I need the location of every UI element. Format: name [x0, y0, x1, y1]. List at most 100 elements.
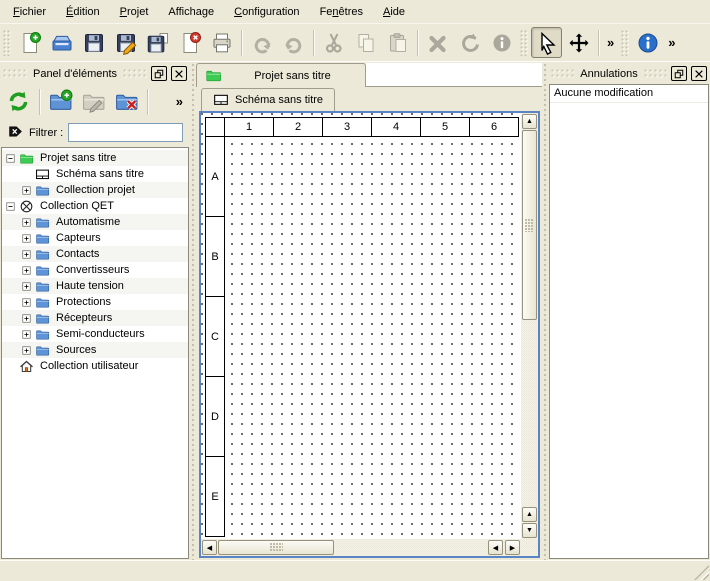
expand-icon[interactable] — [22, 186, 31, 195]
float-panel-button[interactable] — [671, 66, 687, 81]
column-header-3: 3 — [322, 117, 372, 137]
scroll-up-button[interactable] — [522, 114, 537, 129]
tab-projet-sans-titre[interactable]: Projet sans titre — [196, 63, 366, 87]
horizontal-scroll-thumb[interactable] — [218, 540, 334, 555]
expand-icon[interactable] — [22, 234, 31, 243]
scroll-left-button-2[interactable] — [488, 540, 503, 555]
dock-handle[interactable] — [3, 69, 27, 78]
expand-icon[interactable] — [22, 346, 31, 355]
close-icon — [694, 69, 704, 79]
expand-icon[interactable] — [22, 298, 31, 307]
toolbar-handle[interactable] — [621, 30, 629, 56]
expand-icon[interactable] — [22, 330, 31, 339]
tree-item-haute-tension[interactable]: Haute tension — [2, 278, 188, 294]
copy-button[interactable] — [350, 27, 381, 58]
toolbar-handle[interactable] — [520, 30, 528, 56]
filter-input[interactable] — [68, 123, 183, 142]
toolbar-handle[interactable] — [3, 30, 11, 56]
status-bar — [0, 560, 710, 581]
elements-panel-titlebar[interactable]: Panel d'éléments — [0, 63, 190, 84]
menu-fichier[interactable]: Fichier — [4, 2, 55, 22]
expand-icon[interactable] — [22, 250, 31, 259]
scroll-right-button[interactable] — [505, 540, 520, 555]
horizontal-scrollbar[interactable] — [201, 539, 521, 556]
expand-icon[interactable] — [22, 266, 31, 275]
toolbar-overflow-button[interactable]: » — [664, 35, 679, 50]
move-tool-button[interactable] — [563, 27, 594, 58]
row-header-A: A — [205, 136, 225, 217]
menu-fenetres[interactable]: Fenêtres — [311, 2, 372, 22]
clear-filter-button[interactable] — [7, 124, 24, 142]
dock-handle[interactable] — [123, 69, 147, 78]
dock-handle[interactable] — [551, 69, 574, 78]
menu-aide[interactable]: Aide — [374, 2, 414, 22]
collapse-icon[interactable] — [6, 202, 15, 211]
new-category-button[interactable] — [45, 86, 76, 117]
expand-icon[interactable] — [22, 218, 31, 227]
menu-configuration[interactable]: Configuration — [225, 2, 308, 22]
close-file-button[interactable] — [174, 27, 205, 58]
blue-folder-icon — [35, 231, 50, 246]
save-all-button[interactable] — [142, 27, 173, 58]
toolbar-overflow-button[interactable]: » — [603, 35, 618, 50]
tree-item-convertisseurs[interactable]: Convertisseurs — [2, 262, 188, 278]
toolbar-overflow-button[interactable]: » — [172, 94, 187, 109]
scroll-up-button-2[interactable] — [522, 507, 537, 522]
element-info-button[interactable] — [486, 27, 517, 58]
tree-item-sources[interactable]: Sources — [2, 342, 188, 358]
delete-category-button[interactable] — [111, 86, 142, 117]
close-panel-button[interactable] — [171, 66, 187, 81]
tree-item-projet-sans-titre[interactable]: Projet sans titre — [2, 150, 188, 166]
reload-collections-button[interactable] — [3, 86, 34, 117]
menu-projet[interactable]: Projet — [111, 2, 158, 22]
new-project-button[interactable] — [14, 27, 45, 58]
delete-button[interactable] — [422, 27, 453, 58]
rotate-button[interactable] — [454, 27, 485, 58]
tab-schema-sans-titre[interactable]: Schéma sans titre — [201, 88, 335, 111]
info-gray-icon — [490, 31, 514, 55]
undo-list-item[interactable]: Aucune modification — [550, 85, 708, 103]
vertical-scroll-thumb[interactable] — [522, 130, 537, 320]
scroll-left-button[interactable] — [202, 540, 217, 555]
print-button[interactable] — [206, 27, 237, 58]
undo-panel-titlebar[interactable]: Annulations — [548, 63, 710, 84]
schema-canvas[interactable]: 123456 ABCDE — [201, 113, 521, 539]
select-tool-button[interactable] — [531, 27, 562, 58]
blue-folder-icon — [35, 343, 50, 358]
open-project-button[interactable] — [46, 27, 77, 58]
project-info-button[interactable] — [632, 27, 663, 58]
move-icon — [567, 31, 591, 55]
expand-icon[interactable] — [22, 314, 31, 323]
open-document-icon — [50, 31, 74, 55]
paste-button[interactable] — [382, 27, 413, 58]
redo-button[interactable] — [278, 27, 309, 58]
elements-tree: Projet sans titreSchéma sans titreCollec… — [1, 147, 189, 559]
save-as-button[interactable] — [110, 27, 141, 58]
tree-item-automatisme[interactable]: Automatisme — [2, 214, 188, 230]
resize-grip[interactable] — [694, 565, 709, 580]
tree-item-schema-sans-titre[interactable]: Schéma sans titre — [2, 166, 188, 182]
save-button[interactable] — [78, 27, 109, 58]
tree-item-recepteurs[interactable]: Récepteurs — [2, 310, 188, 326]
dock-handle[interactable] — [644, 69, 667, 78]
float-panel-button[interactable] — [151, 66, 167, 81]
close-panel-button[interactable] — [691, 66, 707, 81]
undo-button[interactable] — [246, 27, 277, 58]
expand-icon[interactable] — [22, 282, 31, 291]
tree-item-collection-qet[interactable]: Collection QET — [2, 198, 188, 214]
collapse-icon[interactable] — [6, 154, 15, 163]
tree-item-contacts[interactable]: Contacts — [2, 246, 188, 262]
scroll-down-button[interactable] — [522, 523, 537, 538]
tree-item-capteurs[interactable]: Capteurs — [2, 230, 188, 246]
tree-item-protections[interactable]: Protections — [2, 294, 188, 310]
cut-button[interactable] — [318, 27, 349, 58]
edit-category-button[interactable] — [78, 86, 109, 117]
schema-view[interactable]: 123456 ABCDE — [199, 111, 540, 558]
menu-affichage[interactable]: Affichage — [159, 2, 223, 22]
elements-panel-title: Panel d'éléments — [31, 68, 119, 80]
vertical-scrollbar[interactable] — [521, 113, 538, 539]
tree-item-semi-conducteurs[interactable]: Semi-conducteurs — [2, 326, 188, 342]
menu-edition[interactable]: Édition — [57, 2, 109, 22]
tree-item-collection-projet[interactable]: Collection projet — [2, 182, 188, 198]
tree-item-collection-utilisateur[interactable]: Collection utilisateur — [2, 358, 188, 374]
